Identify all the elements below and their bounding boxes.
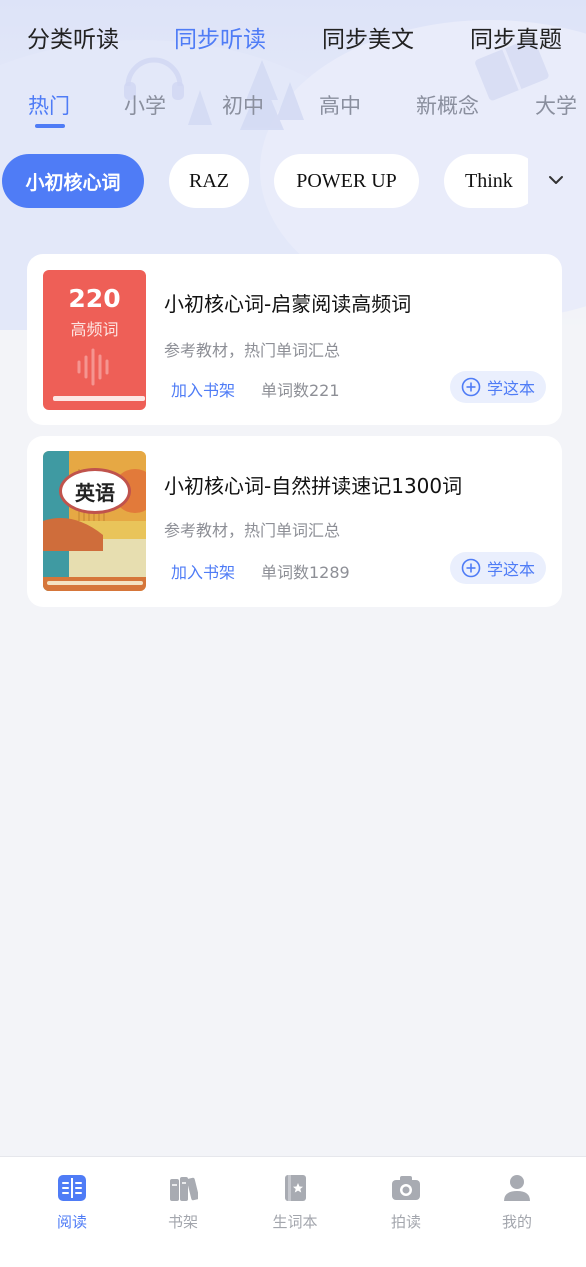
nav-label: 书架: [167, 1213, 198, 1231]
chip-power-up[interactable]: POWER UP: [274, 154, 419, 208]
book-card[interactable]: 英语 小初核心词-自然拼读速记1300词 参考教材，热门单词汇总 加入书架 单词…: [27, 436, 562, 607]
book-description: 参考教材，热门单词汇总: [164, 341, 341, 360]
nav-label: 我的: [501, 1213, 532, 1231]
main-tab-bar: 分类听读 同步听读 同步美文 同步真题: [0, 20, 586, 56]
study-button-label: 学这本: [486, 379, 535, 398]
plus-circle-icon: [461, 377, 481, 397]
nav-profile[interactable]: 我的: [472, 1173, 562, 1232]
book-open-icon: [58, 1175, 86, 1201]
active-tab-indicator: [35, 124, 65, 128]
study-button-label: 学这本: [486, 560, 535, 579]
study-this-book-button[interactable]: 学这本: [450, 552, 546, 584]
chip-think[interactable]: Think: [444, 154, 528, 208]
series-chip-row: 小初核心词 RAZ POWER UP Think: [0, 154, 528, 208]
book-title: 小初核心词-自然拼读速记1300词: [164, 474, 463, 498]
book-card[interactable]: 220 高频词 小初核心词-启蒙阅读高频词 参考教材，热门单词汇总 加入书架 单…: [27, 254, 562, 425]
book-title: 小初核心词-启蒙阅读高频词: [164, 292, 412, 316]
nav-reading[interactable]: 阅读: [27, 1173, 117, 1232]
tab-university[interactable]: 大学: [535, 90, 577, 120]
word-count: 单词数1289: [261, 563, 350, 582]
plus-circle-icon: [461, 558, 481, 578]
bottom-navigation: 阅读 书架 生词本 拍读 我的: [0, 1156, 586, 1267]
tab-sync-exams[interactable]: 同步真题: [470, 20, 562, 54]
chip-raz[interactable]: RAZ: [169, 154, 249, 208]
add-to-shelf-link[interactable]: 加入书架: [171, 377, 235, 401]
book-cover: 英语: [43, 451, 146, 591]
camera-icon: [392, 1176, 420, 1200]
tab-hot[interactable]: 热门: [28, 90, 70, 120]
sound-wave-icon: [53, 348, 145, 401]
add-to-shelf-link[interactable]: 加入书架: [171, 559, 235, 583]
nav-label: 生词本: [272, 1213, 318, 1231]
word-count: 单词数221: [261, 381, 340, 400]
chip-core-words[interactable]: 小初核心词: [2, 154, 144, 208]
tab-primary[interactable]: 小学: [124, 90, 166, 120]
tab-junior-high[interactable]: 初中: [222, 90, 264, 120]
app-screen: 分类听读 同步听读 同步美文 同步真题 热门 小学 初中 高中 新概念 大学 小…: [0, 0, 586, 1267]
chevron-down-icon: [549, 176, 563, 184]
nav-bookshelf[interactable]: 书架: [138, 1173, 228, 1232]
book-cover: 220 高频词: [43, 270, 146, 410]
nav-label: 拍读: [390, 1213, 421, 1231]
tab-new-concept[interactable]: 新概念: [416, 90, 479, 120]
nav-vocabulary[interactable]: 生词本: [250, 1173, 340, 1232]
nav-photo-read[interactable]: 拍读: [361, 1173, 451, 1232]
bookshelf-icon: [170, 1177, 198, 1201]
user-icon: [504, 1175, 530, 1201]
expand-chips-button[interactable]: [540, 166, 572, 194]
book-description: 参考教材，热门单词汇总: [164, 521, 341, 540]
level-tab-bar: 热门 小学 初中 高中 新概念 大学: [0, 90, 586, 134]
cover-badge: 英语: [59, 468, 131, 514]
tab-sync-listen[interactable]: 同步听读: [174, 20, 266, 54]
notebook-icon: [285, 1175, 306, 1201]
study-this-book-button[interactable]: 学这本: [450, 371, 546, 403]
nav-label: 阅读: [56, 1213, 87, 1231]
tab-category-listen[interactable]: 分类听读: [27, 20, 119, 54]
tab-sync-essays[interactable]: 同步美文: [322, 20, 414, 54]
tab-senior-high[interactable]: 高中: [319, 90, 361, 120]
